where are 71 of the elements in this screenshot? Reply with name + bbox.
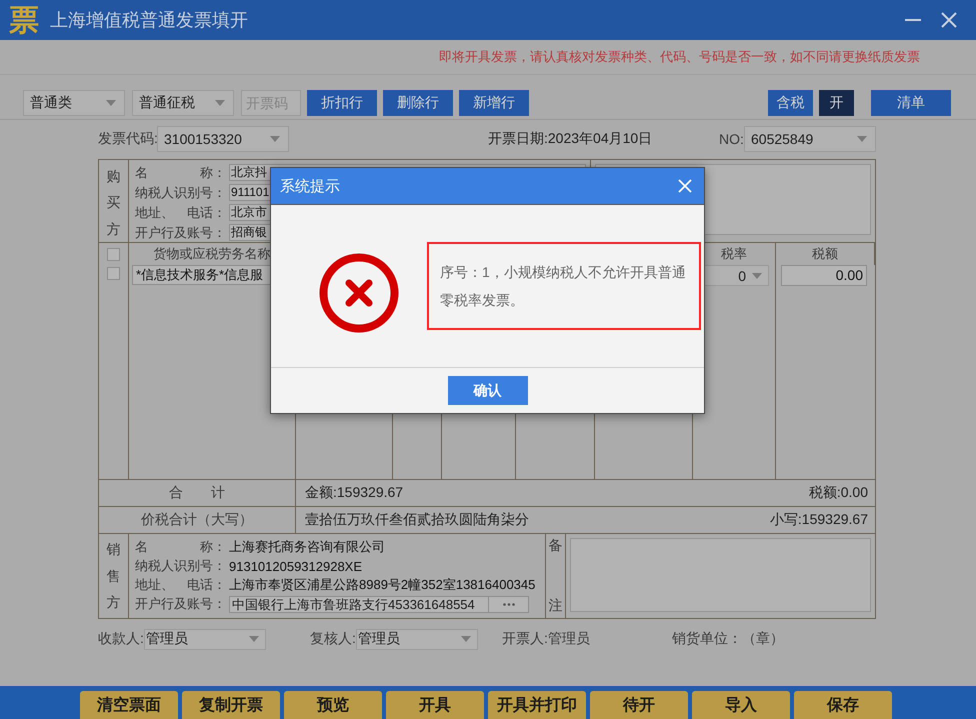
caret-icon	[752, 272, 762, 278]
field-label: 纳税人识别号：	[134, 557, 227, 575]
type-dropdown[interactable]: 普通类	[23, 90, 125, 116]
caret-icon	[248, 636, 259, 642]
action-button[interactable]: 保存	[794, 691, 892, 719]
tax-toggle-option[interactable]: 含税	[768, 90, 813, 116]
window-title: 上海增值税普通发票填开	[50, 9, 249, 32]
seller-field-value: 上海市奉贤区浦星公路8989号2幢352室13816400345	[229, 576, 536, 594]
caret-icon	[857, 136, 867, 142]
action-button[interactable]: 导入	[692, 691, 790, 719]
field-label: 地址、 电话：	[134, 576, 227, 594]
grand-total-label: 价税合计（大写）	[141, 511, 253, 529]
bank-account-field[interactable]: 中国银行上海市鲁班路支行453361648554	[229, 596, 529, 612]
list-button[interactable]: 清单	[871, 90, 951, 116]
total-label: 合 计	[169, 484, 225, 502]
action-button[interactable]: 待开	[590, 691, 688, 719]
caret-icon	[270, 136, 280, 142]
field-label: 名 称：	[134, 164, 227, 182]
field-label: 地址、 电话：	[134, 204, 227, 222]
column-header: 税率	[721, 245, 747, 263]
action-button[interactable]: 清空票面	[80, 691, 178, 719]
invoice-number-dropdown[interactable]: 60525849	[744, 126, 876, 152]
column-header: 货物或应税劳务名称	[154, 245, 270, 263]
action-button[interactable]: 预览	[284, 691, 382, 719]
buyer-side-label: 购买方	[106, 166, 120, 239]
signer-dropdown[interactable]: 管理员	[144, 628, 266, 650]
field-label: 开户行及账号：	[134, 224, 227, 242]
seller-side-label: 销售方	[106, 540, 120, 612]
tax-toggle-option[interactable]: 开	[819, 90, 854, 116]
field-label: 名 称：	[134, 538, 227, 556]
total-amount: 金额:159329.67	[305, 484, 404, 502]
invoice-code-dropdown[interactable]: 3100153320	[157, 126, 289, 152]
levy-dropdown[interactable]: 普通征税	[132, 90, 234, 116]
invoice-code-label: 发票代码:	[98, 130, 157, 148]
toolbar-button[interactable]: 新增行	[459, 90, 529, 116]
toolbar-button[interactable]: 折扣行	[307, 90, 377, 116]
tax-amount-field[interactable]: 0.00	[781, 265, 867, 286]
signer-text: 开票人:管理员	[502, 630, 590, 648]
caret-icon	[106, 100, 116, 106]
signer-text: 销货单位：（章）	[672, 630, 784, 648]
caret-icon	[215, 100, 225, 106]
notice-text: 即将开具发票，请认真核对发票种类、代码、号码是否一致，如不同请更换纸质发票	[439, 48, 920, 66]
caret-icon	[460, 636, 471, 642]
remark-label: 备	[548, 537, 562, 555]
column-header: 税额	[812, 245, 838, 263]
action-button[interactable]: 开具并打印	[488, 691, 586, 719]
toolbar-button[interactable]: 删除行	[383, 90, 453, 116]
checkbox[interactable]	[107, 248, 120, 260]
field-label: 纳税人识别号：	[134, 184, 227, 202]
amount-in-figures: 小写:159329.67	[770, 511, 868, 529]
amount-in-words: 壹拾伍万玖仟叁佰贰拾玖圆陆角柒分	[305, 511, 529, 529]
seller-field-value: 9131012059312928XE	[229, 558, 362, 574]
error-icon	[319, 253, 399, 333]
invoice-number-label: NO:	[719, 131, 744, 147]
seller-field-value: 上海赛托商务咨询有限公司	[229, 538, 385, 556]
checkbox[interactable]	[107, 267, 120, 280]
field-label: 开户行及账号：	[134, 595, 227, 613]
remark-label: 注	[548, 597, 562, 615]
dialog-title: 系统提示	[280, 176, 340, 196]
close-icon[interactable]	[940, 11, 958, 29]
error-message: 序号：1，小规模纳税人不允许开具普通零税率发票。	[427, 242, 701, 330]
action-button[interactable]: 开具	[386, 691, 484, 719]
app-logo: 票	[8, 2, 40, 38]
more-icon[interactable]	[502, 602, 514, 606]
confirm-button[interactable]: 确认	[448, 376, 528, 405]
action-button[interactable]: 复制开票	[182, 691, 280, 719]
signer-label: 收款人:	[98, 630, 144, 648]
signer-label: 复核人:	[310, 630, 356, 648]
invoice-date: 开票日期:2023年04月10日	[488, 130, 654, 148]
total-tax: 税额:0.00	[808, 484, 868, 502]
signer-dropdown[interactable]: 管理员	[356, 628, 478, 650]
